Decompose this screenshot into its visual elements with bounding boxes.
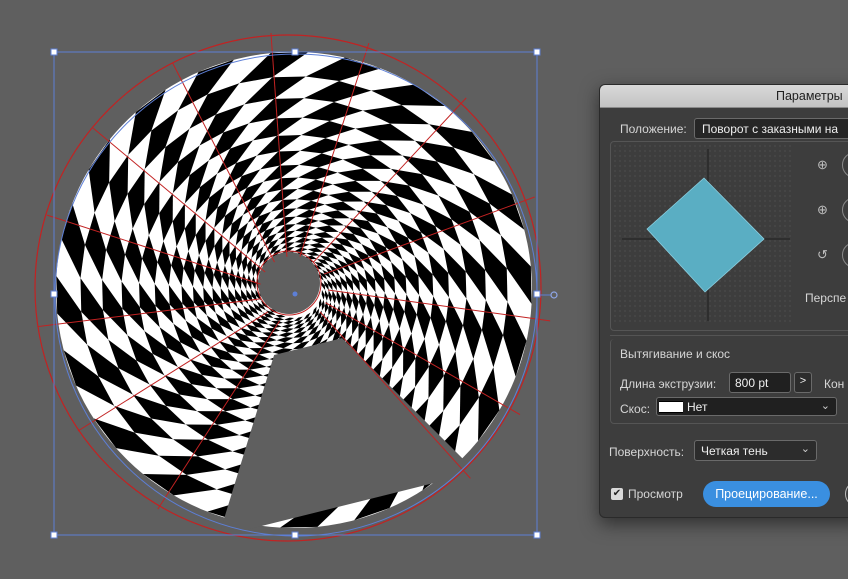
center-hole xyxy=(258,252,320,314)
checkmark-icon: ✔ xyxy=(612,488,622,499)
center-point xyxy=(292,291,298,297)
rotation-handle[interactable] xyxy=(550,291,558,299)
dialog-title-bar[interactable]: Параметры xyxy=(600,85,848,108)
rotate-y-icon: ⊕ xyxy=(817,202,828,217)
surface-dropdown[interactable]: Четкая тень ⌄ xyxy=(694,440,817,461)
position-label: Положение: xyxy=(620,122,687,136)
dialog-title: Параметры xyxy=(776,89,843,103)
extrude-bevel-group xyxy=(610,339,848,424)
preview-checkbox[interactable]: ✔ xyxy=(611,488,623,500)
position-value: Поворот с заказными на xyxy=(702,122,839,136)
map-art-button[interactable]: Проецирование... xyxy=(703,481,830,507)
surface-label: Поверхность: xyxy=(609,445,685,459)
surface-value: Четкая тень xyxy=(701,444,768,458)
rotation-track-cube[interactable] xyxy=(614,145,794,323)
chevron-down-icon: ⌄ xyxy=(800,443,810,455)
perspective-label: Перспе xyxy=(805,291,847,305)
preview-label[interactable]: Просмотр xyxy=(628,487,683,501)
rotate-z-icon: ↺ xyxy=(817,247,828,262)
position-dropdown[interactable]: Поворот с заказными на xyxy=(694,118,848,139)
divider xyxy=(610,335,848,336)
rotate-x-icon: ⊕ xyxy=(817,157,828,172)
3d-revolve-options-dialog: Параметры Положение: Поворот с заказными… xyxy=(599,84,848,518)
